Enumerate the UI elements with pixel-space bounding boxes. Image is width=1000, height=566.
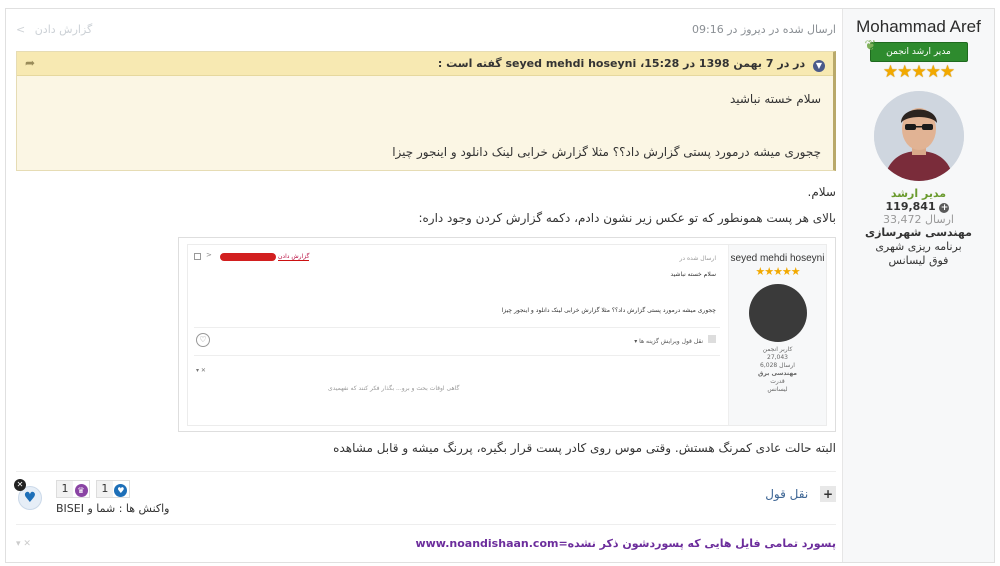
screenshot-author: seyed mehdi hoseyni ★★★★★ کاربر انجمن 27… bbox=[728, 245, 826, 425]
plus-circle-icon: + bbox=[939, 203, 950, 213]
trophy-icon: ♛ bbox=[74, 484, 88, 497]
screenshot-post-count: ارسال 6,028 bbox=[760, 362, 795, 369]
quote-text-1: سلام خسته نباشید bbox=[729, 92, 821, 106]
quote-button[interactable]: + نقل قول bbox=[765, 486, 836, 502]
chevron-down-icon[interactable]: ▼ bbox=[813, 60, 825, 72]
screenshot-author-name: seyed mehdi hoseyni bbox=[730, 253, 825, 264]
red-scribble bbox=[220, 253, 276, 261]
screenshot-reputation: 27,043 bbox=[767, 354, 788, 361]
quote-button-label[interactable]: نقل قول bbox=[765, 487, 808, 501]
post-count: ارسال 33,472 bbox=[883, 213, 954, 226]
share-icon[interactable]: < bbox=[16, 23, 25, 36]
quote-text-2: چجوری میشه درمورد پستی گزارش داد؟؟ مثلا … bbox=[392, 145, 821, 159]
reputation-value: 119,841 bbox=[885, 200, 936, 213]
signature-text: پسورد تمامی فایل هایی که پسوردشون ذکر نش… bbox=[415, 537, 836, 550]
plus-icon[interactable]: + bbox=[820, 486, 836, 502]
post-date[interactable]: ارسال شده در دیروز در 09:16 bbox=[692, 23, 836, 36]
rank-stars: ★★★★★ bbox=[882, 62, 955, 82]
report-link[interactable]: گزارش دادن bbox=[35, 23, 93, 36]
quote-header-text: در در 7 بهمن 1398 در 15:28، seyed mehdi … bbox=[437, 57, 806, 70]
close-icon[interactable]: ✕ bbox=[14, 479, 26, 491]
leaf-icon: ❦ bbox=[864, 38, 877, 54]
screenshot-checkbox bbox=[194, 253, 201, 260]
author-group: مدیر ارشد bbox=[890, 187, 947, 200]
screenshot-text-1: سلام خسته نباشید bbox=[670, 271, 716, 278]
screenshot-stars: ★★★★★ bbox=[755, 265, 800, 278]
heart-icon: ♥ bbox=[114, 484, 128, 497]
screenshot-divider bbox=[194, 327, 720, 328]
reaction-like[interactable]: 1 ♥ bbox=[95, 480, 130, 498]
signature-tools[interactable]: ▾ ✕ bbox=[16, 539, 31, 549]
rank-badge: ❦ مدیر ارشد انجمن bbox=[865, 38, 968, 62]
post-tools: < گزارش دادن bbox=[16, 23, 92, 36]
quote-header: ▼ در در 7 بهمن 1398 در 15:28، seyed mehd… bbox=[17, 52, 833, 76]
profile-field-2: برنامه ریزی شهری bbox=[875, 240, 962, 253]
reactions-by[interactable]: واکنش ها : شما و BISEI bbox=[56, 502, 170, 515]
reaction-trophy[interactable]: 1 ♛ bbox=[56, 480, 90, 498]
screenshot-field-2: قدرت bbox=[770, 378, 785, 385]
profile-field-3: فوق لیسانس bbox=[888, 254, 949, 267]
embedded-screenshot[interactable]: seyed mehdi hoseyni ★★★★★ کاربر انجمن 27… bbox=[178, 237, 836, 432]
screenshot-field-1: مهندسی برق bbox=[758, 370, 797, 377]
screenshot-actions: نقل قول ویرایش گزینه ها ▾ bbox=[634, 335, 716, 345]
screenshot-report-link: گزارش دادن bbox=[278, 253, 310, 261]
screenshot-group: کاربر انجمن bbox=[762, 346, 793, 353]
avatar[interactable] bbox=[873, 91, 964, 181]
screenshot-share-icon: < bbox=[206, 251, 212, 259]
profile-field-1: مهندسی شهرسازی bbox=[865, 226, 972, 239]
screenshot-signature: گاهی اوقات بحث و برو... بگذار فکر کنند ک… bbox=[328, 385, 460, 392]
author-panel: Mohammad Aref ❦ مدیر ارشد انجمن ★★★★★ مد… bbox=[842, 9, 994, 562]
post-text-1: سلام. bbox=[807, 185, 836, 199]
author-name[interactable]: Mohammad Aref bbox=[843, 17, 994, 37]
reputation-badge: + 119,841 bbox=[843, 200, 994, 213]
screenshot-close-icon: ✕ ▾ bbox=[196, 367, 206, 374]
post-text-2: بالای هر پست همونطور که تو عکس زیر نشون … bbox=[418, 211, 836, 225]
rank-badge-label: مدیر ارشد انجمن bbox=[886, 47, 951, 57]
screenshot-avatar bbox=[748, 284, 807, 342]
post-text-3: البته حالت عادی کمرنگ هستش. وقتی موس روی… bbox=[333, 441, 836, 455]
screenshot-divider-2 bbox=[194, 355, 720, 356]
quote-block: ▼ در در 7 بهمن 1398 در 15:28، seyed mehd… bbox=[16, 51, 836, 171]
reaction-summary: 1 ♛ 1 ♥ bbox=[56, 480, 132, 498]
screenshot-field-3: لیسانس bbox=[767, 386, 788, 393]
screenshot-text-2: چجوری میشه درمورد پستی گزارش داد؟؟ مثلا … bbox=[501, 307, 716, 314]
screenshot-post: seyed mehdi hoseyni ★★★★★ کاربر انجمن 27… bbox=[187, 244, 827, 426]
jump-to-post-icon[interactable]: ➦ bbox=[25, 52, 35, 75]
divider bbox=[16, 471, 836, 472]
forum-post: Mohammad Aref ❦ مدیر ارشد انجمن ★★★★★ مد… bbox=[5, 8, 995, 563]
screenshot-heart-icon: ♡ bbox=[196, 333, 210, 347]
avatar-photo bbox=[873, 91, 964, 181]
signature-divider bbox=[16, 524, 836, 525]
screenshot-plus-icon bbox=[708, 335, 716, 343]
screenshot-meta: ارسال شده در bbox=[679, 255, 716, 262]
post-content: ارسال شده در دیروز در 09:16 < گزارش دادن… bbox=[6, 9, 844, 562]
